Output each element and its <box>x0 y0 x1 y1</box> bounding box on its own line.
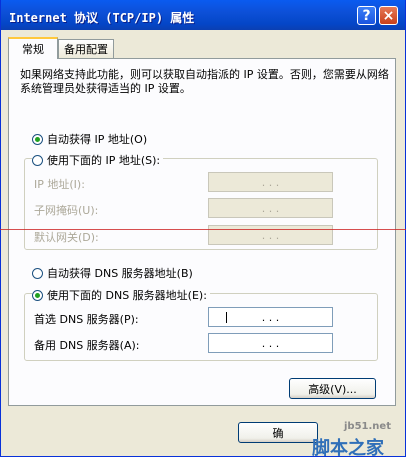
alternate-dns-input[interactable]: . . . <box>208 333 333 353</box>
ip-address-input[interactable]: . . . <box>208 172 333 192</box>
ip-address-value: . . . <box>261 175 280 189</box>
preferred-dns-label: 首选 DNS 服务器(P): <box>34 313 139 326</box>
ok-button[interactable]: 确 <box>238 422 318 443</box>
radio-manual-dns-label: 使用下面的 DNS 服务器地址(E): <box>47 289 207 302</box>
radio-icon <box>32 133 43 145</box>
subnet-mask-input[interactable]: . . . <box>208 198 333 218</box>
advanced-button[interactable]: 高级(V)... <box>289 378 376 399</box>
radio-manual-dns[interactable]: 使用下面的 DNS 服务器地址(E): <box>32 287 210 303</box>
radio-auto-ip[interactable]: 自动获得 IP 地址(O) <box>32 131 147 147</box>
help-button[interactable]: ? <box>357 6 376 25</box>
default-gateway-label: 默认网关(D): <box>34 231 99 244</box>
dialog-title: Internet 协议 (TCP/IP) 属性 <box>9 11 195 25</box>
radio-auto-dns[interactable]: 自动获得 DNS 服务器地址(B) <box>32 265 193 281</box>
radio-icon <box>32 154 43 166</box>
default-gateway-value: . . . <box>261 228 280 242</box>
text-cursor <box>226 312 227 323</box>
description-text: 如果网络支持此功能，则可以获取自动指派的 IP 设置。否则，您需要从网络系统管理… <box>20 68 389 95</box>
red-guide-line <box>0 229 406 230</box>
tab-general[interactable]: 常规 <box>8 37 58 59</box>
default-gateway-input[interactable]: . . . <box>208 225 333 245</box>
alternate-dns-label: 备用 DNS 服务器(A): <box>34 339 140 352</box>
watermark-name: 脚本之家 <box>312 438 384 459</box>
radio-manual-ip-label: 使用下面的 IP 地址(S): <box>47 154 161 167</box>
watermark-site: jb51.net <box>344 421 391 432</box>
ip-address-label: IP 地址(I): <box>34 178 85 191</box>
close-icon: × <box>382 7 395 24</box>
alternate-dns-value: . . . <box>261 336 280 350</box>
radio-auto-dns-label: 自动获得 DNS 服务器地址(B) <box>47 267 193 280</box>
subnet-mask-label: 子网掩码(U): <box>34 204 99 217</box>
help-icon: ? <box>362 7 371 24</box>
subnet-mask-value: . . . <box>261 201 280 215</box>
radio-auto-ip-label: 自动获得 IP 地址(O) <box>47 133 148 146</box>
tab-alternate-config[interactable]: 备用配置 <box>58 39 114 58</box>
radio-manual-ip[interactable]: 使用下面的 IP 地址(S): <box>32 152 164 168</box>
title-bar[interactable]: Internet 协议 (TCP/IP) 属性 ? × <box>1 0 405 30</box>
preferred-dns-input[interactable]: . . . <box>208 307 333 327</box>
radio-icon <box>32 289 43 301</box>
close-button[interactable]: × <box>379 6 398 25</box>
radio-icon <box>32 267 43 279</box>
preferred-dns-value: . . . <box>261 310 280 324</box>
